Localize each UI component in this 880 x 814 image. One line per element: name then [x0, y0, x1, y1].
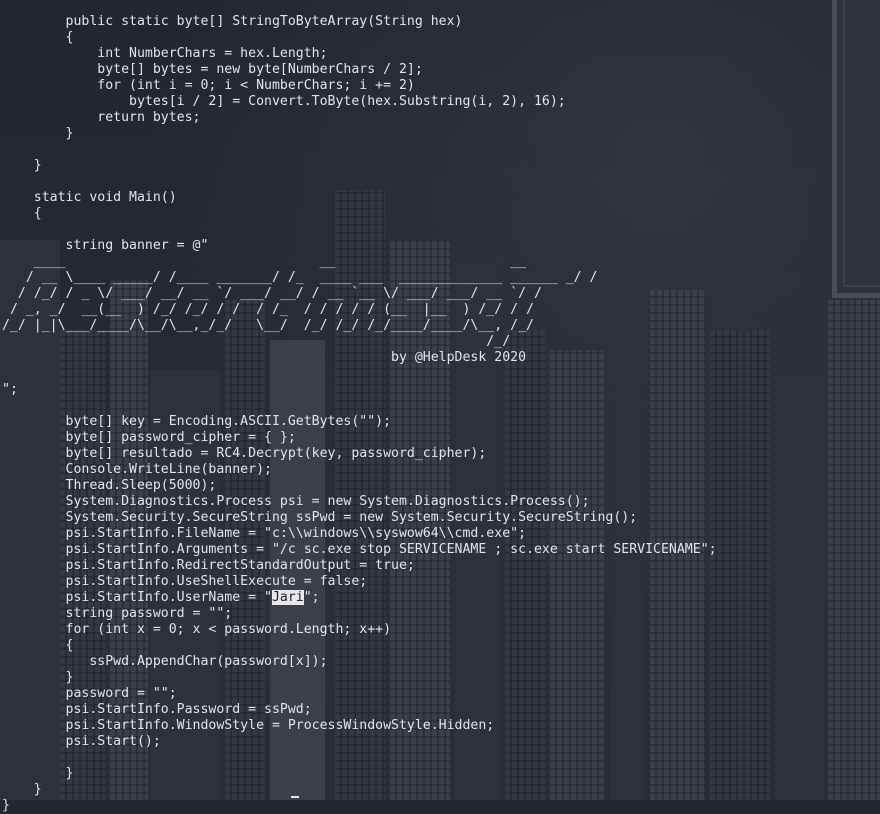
code-line: byte[] password_cipher = { };	[2, 430, 296, 445]
code-line: psi.StartInfo.WindowStyle = ProcessWindo…	[2, 718, 495, 733]
code-line: byte[] bytes = new byte[NumberChars / 2]…	[2, 62, 423, 77]
code-line: psi.Start();	[2, 734, 161, 749]
code-line: byte[] key = Encoding.ASCII.GetBytes("")…	[2, 414, 392, 429]
code-line: for (int i = 0; i < NumberChars; i += 2)	[2, 78, 415, 93]
code-line: psi.StartInfo.RedirectStandardOutput = t…	[2, 558, 415, 573]
code-block-lower: string password = ""; for (int x = 0; x …	[2, 606, 717, 814]
username-line-prefix: psi.StartInfo.UserName = "	[2, 590, 272, 605]
code-line: bytes[i / 2] = Convert.ToByte(hex.Substr…	[2, 94, 566, 109]
code-line: }	[2, 158, 42, 173]
code-line: / __ \____ _____/ /____ _______/ /_ ____…	[2, 270, 598, 285]
code-line: {	[2, 206, 42, 221]
code-line: /_/	[2, 334, 511, 349]
text-cursor	[291, 796, 299, 798]
username-line-suffix: ";	[303, 590, 320, 605]
picture-frame-decoration	[832, 0, 880, 298]
terminal-output[interactable]: public static byte[] StringToByteArray(S…	[2, 14, 717, 814]
code-line: {	[2, 638, 74, 653]
code-line: int NumberChars = hex.Length;	[2, 46, 328, 61]
code-line: byte[] resultado = RC4.Decrypt(key, pass…	[2, 446, 487, 461]
code-line: password = "";	[2, 686, 177, 701]
code-line: / _, _/ __(__ ) /_/ /_/ / / / /_ / / / /…	[2, 302, 534, 317]
code-line: for (int x = 0; x < password.Length; x++…	[2, 622, 392, 637]
code-line: psi.StartInfo.Password = ssPwd;	[2, 702, 312, 717]
code-line: string password = "";	[2, 606, 233, 621]
code-line: }	[2, 782, 42, 797]
code-line: {	[2, 30, 74, 45]
code-line: Console.WriteLine(banner);	[2, 462, 272, 477]
code-line: psi.StartInfo.FileName = "c:\\windows\\s…	[2, 526, 527, 541]
code-line: psi.StartInfo.Arguments = "/c sc.exe sto…	[2, 542, 717, 557]
code-line: }	[2, 798, 10, 813]
code-line: / /_/ / _ \/ ___/ __/ __ `/ ___/ __/ / _…	[2, 286, 542, 301]
code-line: /_/ |_|\___/____/\__/\__,_/_/ \__/ /_/ /…	[2, 318, 534, 333]
code-line: ____ __ __	[2, 254, 527, 269]
code-line: ssPwd.AppendChar(password[x]);	[2, 654, 328, 669]
username-line: psi.StartInfo.UserName = "Jari";	[2, 590, 717, 606]
code-line: psi.StartInfo.UseShellExecute = false;	[2, 574, 368, 589]
code-line: }	[2, 670, 74, 685]
code-line: System.Diagnostics.Process psi = new Sys…	[2, 494, 590, 509]
code-line: }	[2, 766, 74, 781]
code-line: string banner = @"	[2, 238, 209, 253]
code-line: }	[2, 126, 74, 141]
code-line: public static byte[] StringToByteArray(S…	[2, 14, 463, 29]
username-selected-text[interactable]: Jari	[271, 590, 304, 605]
code-line: return bytes;	[2, 110, 201, 125]
code-line: by @HelpDesk 2020	[2, 350, 527, 365]
code-line: ";	[2, 382, 18, 397]
code-line: static void Main()	[2, 190, 177, 205]
code-line: System.Security.SecureString ssPwd = new…	[2, 510, 638, 525]
code-block-upper: public static byte[] StringToByteArray(S…	[2, 14, 717, 590]
code-line: Thread.Sleep(5000);	[2, 478, 217, 493]
